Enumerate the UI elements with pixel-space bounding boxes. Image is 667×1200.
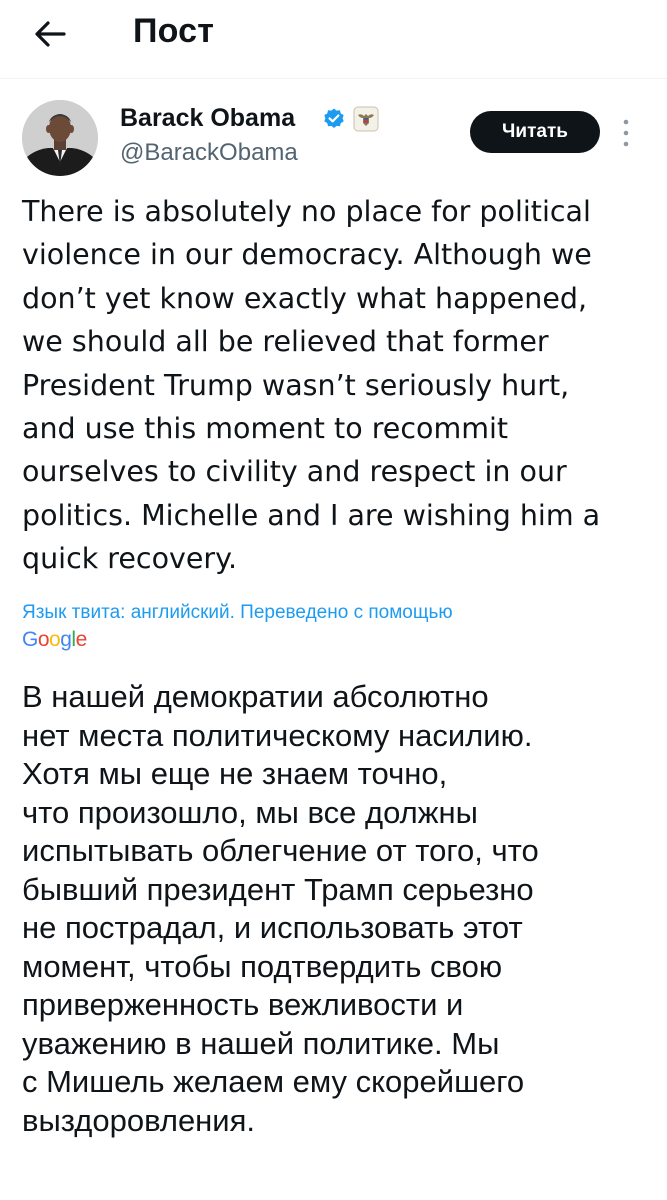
tweet-text-line: quick recovery. (22, 542, 238, 576)
tweet-text-line: don’t yet know exactly what happened, (22, 281, 588, 315)
follow-button[interactable]: Читать (470, 111, 600, 153)
translated-text-line: уважению в нашей политике. Мы (22, 1025, 500, 1061)
top-bar: Пост (0, 0, 667, 79)
tweet-text-line: and use this moment to recommit (22, 412, 509, 446)
tweet-text-line: ourselves to civility and respect in our (22, 455, 567, 489)
avatar-photo (22, 100, 98, 176)
author-handle[interactable]: @BarackObama (120, 139, 298, 167)
arrow-left-icon[interactable] (30, 14, 70, 54)
translated-text-line: приверженность вежливости и (22, 987, 464, 1022)
tweet-text-line: we should all be relieved that former (22, 325, 549, 359)
translated-text-line: бывший президент Трамп серьезно (22, 871, 534, 907)
google-logo: Google (22, 628, 87, 651)
translated-text-line: момент, чтобы подтвердить свою (22, 948, 503, 984)
verified-badge-icon (324, 108, 344, 128)
translated-text-line: что произошло, мы все должны (22, 794, 478, 830)
translated-text-line: нет места политическому насилию. (22, 717, 533, 753)
more-vertical-icon[interactable] (620, 116, 632, 150)
page-title: Пост (133, 12, 215, 50)
tweet-text: There is absolutely no place for politic… (22, 190, 652, 581)
translated-text-line: испытывать облегчение от того, что (22, 833, 539, 868)
translated-text: В нашей демократии абсолютно нет места п… (22, 678, 652, 1140)
tweet-text-line: President Trump wasn’t seriously hurt, (22, 368, 570, 402)
translation-note[interactable]: Язык твита: английский. Переведено с пом… (22, 602, 652, 624)
translated-text-line: Хотя мы еще не знаем точно, (22, 756, 448, 791)
tweet-text-line: violence in our democracy. Although we (22, 238, 592, 272)
translated-text-line: не пострадал, и использовать этот (22, 910, 523, 945)
author-name[interactable]: Barack Obama (120, 104, 295, 133)
tweet-text-line: politics. Michelle and I are wishing him… (22, 498, 601, 532)
translated-text-line: В нашей демократии абсолютно (22, 679, 489, 714)
translated-text-line: выздоровления. (22, 1102, 256, 1138)
translated-text-line: с Мишель желаем ему скорейшего (22, 1064, 525, 1099)
tweet-text-line: There is absolutely no place for politic… (22, 195, 591, 228)
government-seal-icon (353, 106, 379, 132)
avatar[interactable] (22, 100, 98, 176)
